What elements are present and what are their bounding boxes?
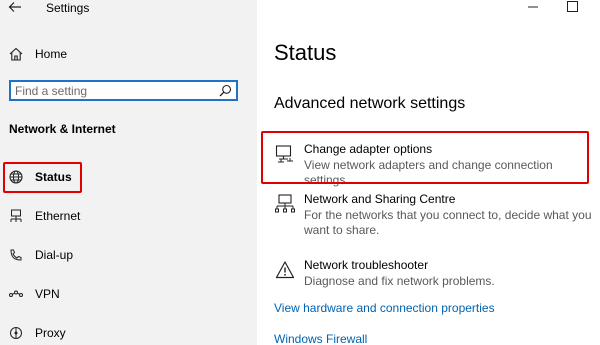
- back-button[interactable]: [8, 0, 22, 14]
- sidebar-home[interactable]: Home: [0, 40, 257, 68]
- sidebar-item-ethernet[interactable]: Ethernet: [0, 203, 257, 229]
- home-icon: [9, 47, 23, 61]
- search-box[interactable]: [9, 80, 238, 101]
- warning-icon: [275, 261, 295, 279]
- sidebar-item-label: VPN: [35, 287, 60, 301]
- proxy-icon: [10, 327, 22, 339]
- view-hardware-properties-link[interactable]: View hardware and connection properties: [274, 301, 495, 316]
- section-subheading: Advanced network settings: [274, 95, 466, 112]
- sidebar: Settings Home Network & Internet Status: [0, 0, 257, 345]
- sidebar-item-label: Dial-up: [35, 248, 74, 262]
- setting-title: Network and Sharing Centre: [304, 192, 456, 206]
- main-panel: Status Advanced network settings Change …: [257, 0, 600, 345]
- setting-description: Diagnose and fix network problems.: [304, 274, 495, 288]
- ethernet-icon: [10, 209, 22, 222]
- search-icon[interactable]: [219, 84, 232, 97]
- windows-firewall-link[interactable]: Windows Firewall: [274, 332, 367, 345]
- section-heading: Network & Internet: [9, 122, 116, 136]
- app-title: Settings: [46, 1, 90, 15]
- vpn-icon: [9, 290, 23, 297]
- setting-description: For the networks that you connect to, de…: [304, 208, 592, 237]
- sidebar-item-label: Proxy: [35, 326, 66, 340]
- minimize-button[interactable]: [527, 0, 539, 12]
- sidebar-item-dial-up[interactable]: Dial-up: [0, 242, 257, 268]
- page-title: Status: [274, 40, 337, 65]
- setting-title: Network troubleshooter: [304, 258, 429, 272]
- network-troubleshooter-link[interactable]: Network troubleshooter Diagnose and fix …: [275, 258, 595, 290]
- sharing-centre-icon: [275, 194, 295, 213]
- sidebar-item-proxy[interactable]: Proxy: [0, 320, 257, 345]
- home-label: Home: [35, 47, 68, 61]
- network-sharing-centre-link[interactable]: Network and Sharing Centre For the netwo…: [275, 192, 595, 240]
- sidebar-item-label: Ethernet: [35, 209, 81, 223]
- settings-window: Settings Home Network & Internet Status: [0, 0, 600, 345]
- minimize-icon: [528, 6, 538, 8]
- dial-up-icon: [10, 249, 22, 261]
- adapter-highlight-box: [261, 131, 589, 184]
- back-arrow-icon: [8, 2, 21, 12]
- status-highlight-box: [3, 162, 82, 193]
- sidebar-item-vpn[interactable]: VPN: [0, 281, 257, 307]
- maximize-button[interactable]: [567, 1, 578, 12]
- search-input[interactable]: [15, 83, 205, 98]
